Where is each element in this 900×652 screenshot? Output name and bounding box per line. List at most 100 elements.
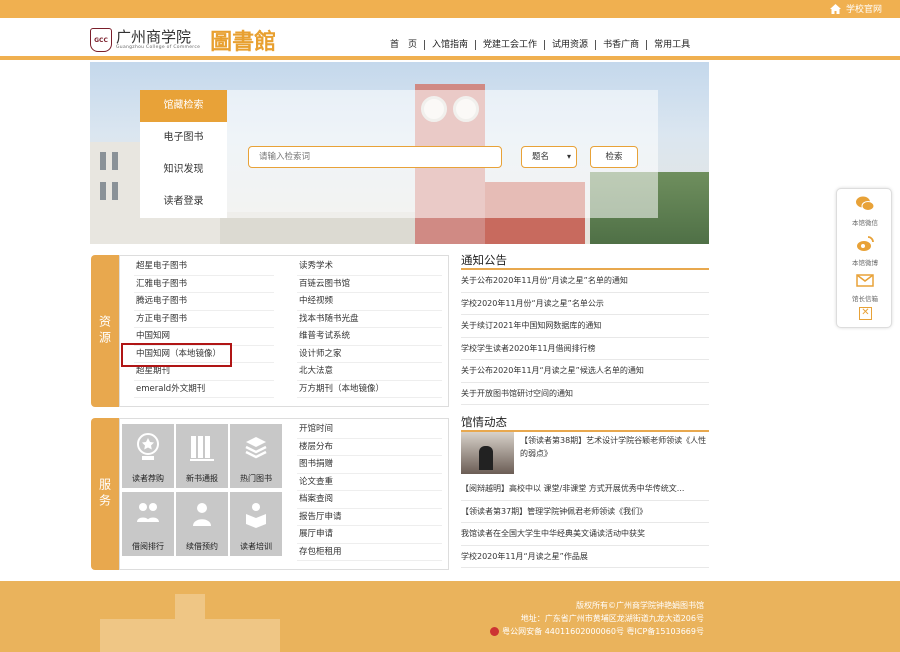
service-tile-label: 读者荐购: [132, 474, 164, 483]
notice-item[interactable]: 学校2020年11月份“月读之星”名单公示: [461, 293, 709, 315]
notice-item[interactable]: 关于公布2020年11月份“月读之星”名单的通知: [461, 270, 709, 293]
service-tile-recommend[interactable]: 读者荐购: [122, 424, 174, 488]
resource-link[interactable]: 超星期刊: [134, 363, 274, 381]
school-site-link[interactable]: 学校官网: [829, 2, 882, 15]
reader-icon: [246, 503, 266, 528]
resource-link[interactable]: 万方期刊（本地镜像）: [297, 381, 442, 398]
school-seal: GCC: [90, 28, 112, 52]
service-link[interactable]: 档案查阅: [297, 491, 442, 509]
resources-label: 资源: [91, 255, 119, 407]
news-item[interactable]: 我馆读者在全国大学生中华经典美文诵读活动中获奖: [461, 523, 709, 546]
service-link[interactable]: 楼层分布: [297, 439, 442, 456]
logo[interactable]: GCC 广州商学院 Guangzhou College of Commerce …: [90, 24, 276, 56]
notices-section: 通知公告 关于公布2020年11月份“月读之星”名单的通知 学校2020年11月…: [461, 252, 709, 405]
book-stack-icon: [245, 437, 267, 459]
weibo-link[interactable]: 本馆微博: [837, 235, 893, 267]
nav-home[interactable]: 首 页: [383, 40, 424, 50]
resource-link[interactable]: 读秀学术: [297, 258, 442, 276]
medal-icon: [137, 433, 159, 460]
people-icon: [137, 503, 159, 522]
notice-item[interactable]: 关于续订2021年中国知网数据库的通知: [461, 315, 709, 338]
books-icon: [190, 436, 214, 461]
resource-link[interactable]: emerald外文期刊: [134, 381, 274, 398]
wechat-label: 本馆微信: [852, 219, 878, 227]
nav-guide[interactable]: 入馆指南: [424, 40, 475, 50]
school-site-label: 学校官网: [845, 5, 882, 15]
resource-link[interactable]: 维普考试系统: [297, 328, 442, 346]
news-section: 馆情动态: [461, 414, 709, 432]
resources-col-2: 读秀学术 百链云图书馆 中经视频 找本书随书光盘 维普考试系统 设计师之家 北大…: [297, 258, 442, 398]
nav-reading[interactable]: 书香广商: [595, 40, 646, 50]
service-link[interactable]: 报告厅申请: [297, 509, 442, 526]
service-link[interactable]: 展厅申请: [297, 526, 442, 544]
resource-link[interactable]: 百链云图书馆: [297, 276, 442, 293]
footer-copyright: 版权所有©广州商学院钟艳娟图书馆: [576, 601, 704, 610]
resource-link[interactable]: 中国知网: [134, 328, 274, 346]
site-header: GCC 广州商学院 Guangzhou College of Commerce …: [0, 18, 900, 60]
news-title: 馆情动态: [461, 414, 709, 432]
nav-tools[interactable]: 常用工具: [646, 40, 697, 50]
user-icon: [193, 503, 211, 526]
resource-link[interactable]: 找本书随书光盘: [297, 311, 442, 328]
school-name: 广州商学院: [116, 28, 192, 46]
service-link[interactable]: 图书捐赠: [297, 456, 442, 474]
service-tile-renew[interactable]: 续借预约: [176, 492, 228, 556]
footer-icp-text[interactable]: 粤公网安备 44011602000060号 粤ICP备15103669号: [502, 627, 704, 636]
news-thumbnail[interactable]: [461, 432, 514, 474]
service-tile-label: 续借预约: [186, 542, 218, 551]
close-icon[interactable]: ✕: [859, 307, 872, 320]
notice-item[interactable]: 关于公布2020年11月“月读之星”候选人名单的通知: [461, 360, 709, 383]
wechat-icon: [856, 196, 875, 211]
service-tile-label: 读者培训: [240, 542, 272, 551]
mailbox-link[interactable]: 馆长信箱: [837, 271, 893, 303]
nav-trial[interactable]: 试用资源: [544, 40, 595, 50]
search-button[interactable]: 检索: [590, 146, 638, 168]
service-tile-hot-books[interactable]: 热门图书: [230, 424, 282, 488]
tab-catalog[interactable]: 馆藏检索: [140, 90, 227, 122]
resource-link[interactable]: 超星电子图书: [134, 258, 274, 276]
weibo-label: 本馆微博: [852, 259, 878, 267]
resource-link[interactable]: 中经视频: [297, 293, 442, 311]
wechat-link[interactable]: 本馆微信: [837, 195, 893, 227]
service-tile-label: 借阅排行: [132, 542, 164, 551]
search-field-select[interactable]: 题名: [521, 146, 577, 168]
news-list: 【阅辩越明】高校中以 课堂/非课堂 方式开展优秀中华传统文... 【领读者第37…: [461, 478, 709, 568]
mailbox-label: 馆长信箱: [852, 295, 878, 303]
news-feature[interactable]: 【领读者第38期】艺术设计学院谷颖老师领读《人性的弱点》: [520, 434, 709, 460]
tab-ebooks[interactable]: 电子图书: [140, 122, 227, 154]
footer-icp: 粤公网安备 44011602000060号 粤ICP备15103669号: [490, 625, 704, 638]
top-bar: 学校官网: [0, 0, 900, 18]
service-tile-label: 新书通报: [186, 474, 218, 483]
footer-address: 地址：广东省广州市黄埔区龙湖街道九龙大道206号: [520, 614, 704, 623]
resource-link[interactable]: 腾远电子图书: [134, 293, 274, 311]
weibo-icon: [857, 236, 874, 251]
notice-item[interactable]: 关于开放图书馆研讨空间的通知: [461, 383, 709, 405]
police-badge-icon: [490, 627, 500, 636]
footer: 版权所有©广州商学院钟艳娟图书馆 地址：广东省广州市黄埔区龙湖街道九龙大道206…: [0, 581, 900, 652]
resource-link[interactable]: 方正电子图书: [134, 311, 274, 328]
home-icon: [829, 3, 841, 14]
notices-title: 通知公告: [461, 252, 709, 270]
search-input[interactable]: [248, 146, 502, 168]
service-tile-ranking[interactable]: 借阅排行: [122, 492, 174, 556]
news-item[interactable]: 【领读者第37期】管理学院钟佩君老师领读《我们》: [461, 501, 709, 523]
services-links: 开馆时间 楼层分布 图书捐赠 论文查重 档案查阅 报告厅申请 展厅申请 存包柜租…: [297, 421, 442, 561]
service-tile-label: 热门图书: [240, 474, 272, 483]
resource-link[interactable]: 北大法意: [297, 363, 442, 381]
service-link[interactable]: 论文查重: [297, 474, 442, 491]
service-link[interactable]: 存包柜租用: [297, 544, 442, 561]
tab-login[interactable]: 读者登录: [140, 186, 227, 218]
search-tabs: 馆藏检索 电子图书 知识发现 读者登录: [140, 90, 227, 218]
resource-link[interactable]: 中国知网（本地镜像）: [134, 346, 274, 363]
news-item[interactable]: 学校2020年11月“月读之星”作品展: [461, 546, 709, 568]
nav-party[interactable]: 党建工会工作: [475, 40, 544, 50]
news-item[interactable]: 【阅辩越明】高校中以 课堂/非课堂 方式开展优秀中华传统文...: [461, 478, 709, 501]
service-link[interactable]: 开馆时间: [297, 421, 442, 439]
resource-link[interactable]: 汇雅电子图书: [134, 276, 274, 293]
floating-contact-bar: 本馆微信 本馆微博 馆长信箱 ✕: [836, 188, 892, 328]
resource-link[interactable]: 设计师之家: [297, 346, 442, 363]
notice-item[interactable]: 学校学生读者2020年11月借阅排行榜: [461, 338, 709, 360]
tab-discovery[interactable]: 知识发现: [140, 154, 227, 186]
service-tile-training[interactable]: 读者培训: [230, 492, 282, 556]
service-tile-new-books[interactable]: 新书通报: [176, 424, 228, 488]
